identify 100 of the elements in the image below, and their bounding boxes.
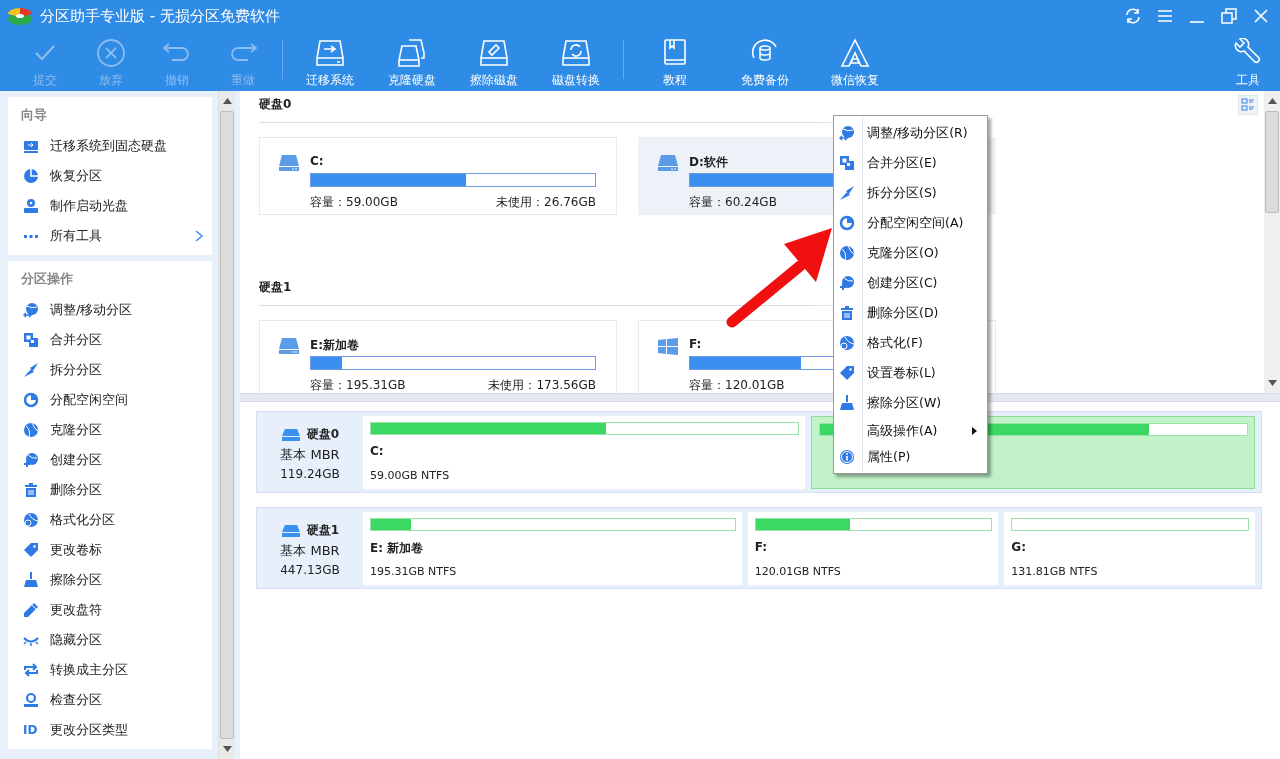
swap-arrows-icon (23, 662, 39, 678)
drive-icon (280, 523, 301, 538)
section-title: 向导 (20, 106, 48, 124)
globe-icon (839, 245, 855, 261)
scroll-up-icon[interactable] (1267, 98, 1277, 104)
globe-plus-icon (839, 275, 855, 291)
sidebar-item[interactable]: 拆分分区 (8, 355, 212, 385)
partition-card[interactable]: E:新加卷 容量：195.31GB 未使用：173.56GB (259, 320, 617, 393)
disk-name: 硬盘1 (306, 522, 340, 539)
merge-icon (839, 155, 855, 171)
partition-block[interactable]: G: 131.81GB NTFS (1004, 512, 1255, 585)
toolbar-button[interactable]: 磁盘转换 (535, 32, 617, 91)
partition-name: F: (689, 337, 702, 351)
drive-icon (278, 337, 300, 355)
sidebar-item[interactable]: 删除分区 (8, 475, 212, 505)
merge-icon (23, 332, 39, 348)
menu-item[interactable]: 克隆分区(O) (834, 238, 987, 268)
cancel-icon (94, 38, 128, 68)
partition-name: E: 新加卷 (370, 540, 425, 554)
menu-item[interactable]: 属性(P) (834, 444, 987, 470)
drive-icon (657, 154, 679, 172)
capacity-text: 容量：195.31GB (310, 377, 406, 393)
menu-item[interactable]: 合并分区(E) (834, 148, 987, 178)
refresh-icon[interactable] (1124, 7, 1142, 25)
split-icon (839, 185, 855, 201)
app-logo-icon (6, 5, 34, 27)
sidebar-item[interactable]: 克隆分区 (8, 415, 212, 445)
sidebar-item[interactable]: 隐藏分区 (8, 625, 212, 655)
sidebar-item[interactable]: 转换成主分区 (8, 655, 212, 685)
disk-name: 硬盘0 (306, 426, 340, 443)
scrollbar[interactable] (218, 91, 235, 759)
drive-refresh-icon (559, 38, 593, 68)
globe-icon (839, 335, 855, 351)
scroll-down-icon[interactable] (222, 746, 232, 752)
partition-name: F: (754, 540, 768, 554)
menu-item[interactable]: 设置卷标(L) (834, 358, 987, 388)
partition-name: G: (1011, 540, 1027, 554)
globe-plus-icon (23, 452, 39, 468)
toolbar-button[interactable]: 教程 (630, 32, 720, 91)
toolbar-button[interactable]: 迁移系统 (289, 32, 371, 91)
drive-icon (278, 154, 300, 172)
sidebar-item[interactable]: 恢复分区 (8, 161, 212, 191)
menu-item[interactable]: 拆分分区(S) (834, 178, 987, 208)
partition-block[interactable]: F: 120.01GB NTFS (747, 512, 999, 585)
drive-icon (23, 138, 39, 154)
pie-chart-icon (839, 215, 855, 231)
partition-info: 59.00GB NTFS (370, 469, 451, 482)
menu-item[interactable]: 创建分区(C) (834, 268, 987, 298)
sidebar-item[interactable]: 创建分区 (8, 445, 212, 475)
restore-icon[interactable] (1220, 7, 1238, 25)
menu-item[interactable]: 高级操作(A) (834, 418, 987, 444)
sidebar-item[interactable]: 更改卷标 (8, 535, 212, 565)
partition-name: C: (370, 444, 385, 458)
toolbar-button[interactable]: 免费备份 (720, 32, 810, 91)
chevron-right-icon (194, 230, 204, 242)
partition-block[interactable]: C: 59.00GB NTFS (363, 416, 805, 489)
capacity-text: 容量：120.01GB (689, 377, 785, 393)
more-icon (23, 233, 39, 239)
sidebar-item[interactable]: 分配空闲空间 (8, 385, 212, 415)
toolbar-button[interactable]: 克隆硬盘 (371, 32, 453, 91)
partition-name: E:新加卷 (310, 337, 359, 351)
disk-heading: 硬盘1 (259, 279, 292, 295)
sidebar-item[interactable]: 检查分区 (8, 685, 212, 715)
sidebar-item[interactable]: 迁移系统到固态硬盘 (8, 131, 212, 161)
capacity-text: 容量：60.24GB (689, 194, 777, 211)
close-icon[interactable] (1252, 7, 1270, 25)
sidebar-item[interactable]: 所有工具 (8, 221, 212, 251)
submenu-arrow-icon (972, 427, 977, 435)
disk-type: 基本 MBR (280, 446, 340, 464)
tag-icon (23, 542, 39, 558)
partition-info: 195.31GB NTFS (370, 565, 458, 578)
disk-type: 基本 MBR (280, 542, 340, 560)
toolbar-button[interactable]: 工具 (1218, 32, 1278, 91)
sidebar-item[interactable]: 擦除分区 (8, 565, 212, 595)
partition-block[interactable]: E: 新加卷 195.31GB NTFS (363, 512, 742, 585)
sidebar-item[interactable]: 调整/移动分区 (8, 295, 212, 325)
drive-icon (280, 427, 301, 442)
sidebar-item[interactable]: 格式化分区 (8, 505, 212, 535)
pie-chart-icon (23, 168, 39, 184)
scroll-down-icon[interactable] (1267, 380, 1277, 386)
triangle-logo-icon (838, 38, 872, 68)
disk-heading: 硬盘0 (259, 96, 292, 112)
sidebar-item[interactable]: ID 更改分区类型 (8, 715, 212, 745)
broom-icon (839, 395, 855, 411)
disc-drive-icon (23, 198, 39, 214)
toolbar-button[interactable]: 擦除磁盘 (453, 32, 535, 91)
partition-card[interactable]: C: 容量：59.00GB 未使用：26.76GB (259, 137, 617, 215)
view-toggle-icon[interactable] (1238, 95, 1258, 115)
partition-name: D:软件 (689, 154, 728, 168)
menu-icon[interactable] (1156, 7, 1174, 25)
sidebar-item[interactable]: 合并分区 (8, 325, 212, 355)
sidebar-item[interactable]: 更改盘符 (8, 595, 212, 625)
scroll-up-icon[interactable] (222, 98, 232, 104)
toolbar-button[interactable]: 微信恢复 (810, 32, 900, 91)
section-title: 分区操作 (20, 270, 74, 288)
scrollbar[interactable] (1264, 91, 1280, 393)
drive-arrow-icon (313, 38, 347, 68)
menu-item[interactable]: 格式化(F) (834, 328, 987, 358)
sidebar-item[interactable]: 制作启动光盘 (8, 191, 212, 221)
broom-icon (23, 572, 39, 588)
